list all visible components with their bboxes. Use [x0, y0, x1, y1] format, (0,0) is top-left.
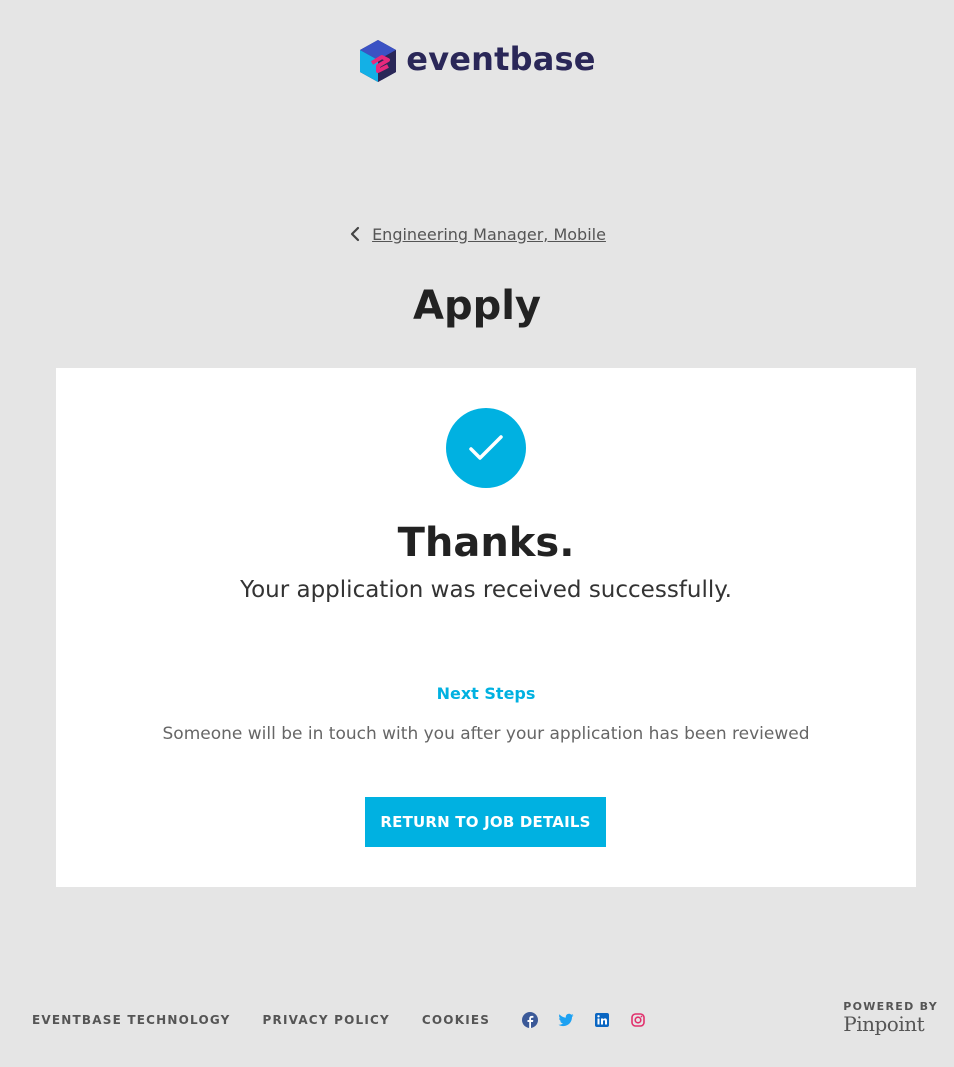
instagram-icon[interactable]: [630, 1012, 646, 1028]
return-to-job-details-button[interactable]: RETURN TO JOB DETAILS: [365, 797, 606, 847]
pinpoint-logo-text: Pinpoint: [843, 1012, 925, 1036]
checkmark-icon: [469, 435, 503, 460]
twitter-icon[interactable]: [558, 1012, 574, 1028]
chevron-left-icon[interactable]: [348, 224, 362, 244]
footer-link-privacy-policy[interactable]: PRIVACY POLICY: [263, 1013, 390, 1027]
next-steps-text: Someone will be in touch with you after …: [162, 724, 810, 744]
page: eventbase Engineering Manager, Mobile Ap…: [0, 0, 954, 1067]
checkmark-circle-icon: [446, 408, 526, 488]
eventbase-logo-icon: [360, 40, 397, 82]
site-logo[interactable]: eventbase: [0, 38, 954, 84]
powered-by-pinpoint[interactable]: POWERED BY Pinpoint: [843, 1000, 938, 1035]
page-title: Apply: [412, 283, 541, 329]
next-steps-title: Next Steps: [436, 684, 536, 703]
footer: EVENTBASE TECHNOLOGY PRIVACY POLICY COOK…: [32, 1000, 938, 1035]
job-title-link[interactable]: Engineering Manager, Mobile: [372, 225, 606, 244]
social-links: [522, 1012, 646, 1028]
success-message: Your application was received successful…: [240, 577, 732, 603]
facebook-icon[interactable]: [522, 1012, 539, 1028]
footer-link-eventbase-technology[interactable]: EVENTBASE TECHNOLOGY: [32, 1013, 231, 1027]
confirmation-card: Thanks. Your application was received su…: [56, 368, 916, 887]
logo-text: eventbase: [406, 40, 596, 78]
breadcrumb: Engineering Manager, Mobile: [0, 224, 954, 244]
linkedin-icon[interactable]: [594, 1012, 610, 1028]
thanks-heading: Thanks.: [397, 520, 575, 566]
footer-link-cookies[interactable]: COOKIES: [422, 1013, 490, 1027]
